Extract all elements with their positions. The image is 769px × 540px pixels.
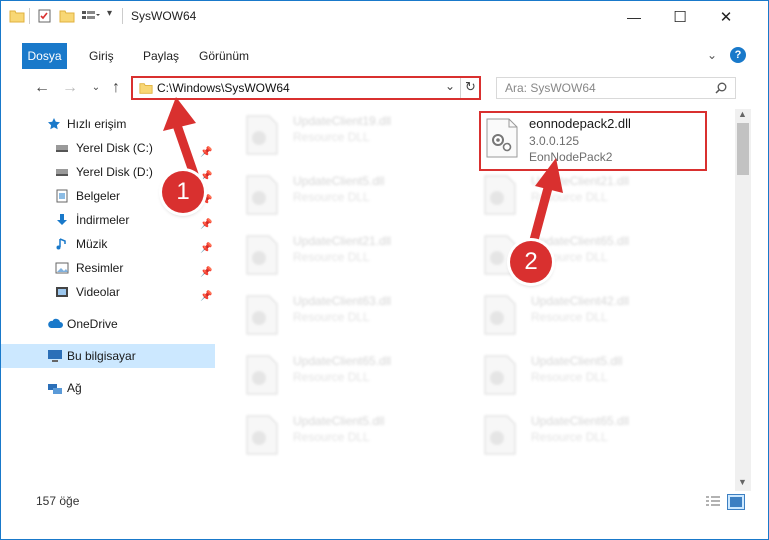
file-name: eonnodepack2.dll [529, 116, 631, 131]
dll-file-icon [484, 175, 516, 215]
cloud-icon [48, 318, 63, 328]
sidebar-item-network[interactable]: Ağ [1, 376, 215, 400]
search-input[interactable]: Ara: SysWOW64 [496, 77, 736, 99]
file-item[interactable]: UpdateClient65.dll Resource DLL [483, 414, 713, 470]
maximize-button[interactable]: ☐ [657, 1, 703, 32]
back-arrow-icon[interactable]: ← [33, 79, 51, 97]
dll-file-icon [246, 295, 278, 335]
customize-toolbar-icon[interactable] [81, 9, 101, 23]
dll-file-icon [486, 118, 518, 158]
ribbon-tabs: Dosya Giriş Paylaş Görünüm ⌄ ? [1, 43, 768, 69]
divider [460, 78, 461, 98]
quick-access-dropdown-icon[interactable]: ▾ [107, 8, 112, 19]
file-item[interactable]: UpdateClient5.dll Resource DLL [245, 174, 475, 230]
divider [122, 8, 123, 24]
annotation-step-2: 2 [510, 241, 552, 283]
dll-file-icon [246, 415, 278, 455]
recent-locations-chevron-icon[interactable]: ⌄ [87, 79, 105, 97]
file-item[interactable]: UpdateClient65.dll Resource DLL [245, 354, 475, 410]
drive-icon [56, 169, 68, 176]
scroll-thumb[interactable] [737, 123, 749, 175]
sidebar-item-this-pc[interactable]: Bu bilgisayar [1, 344, 215, 368]
pin-icon[interactable]: 📌 [200, 237, 212, 254]
details-view-icon[interactable] [705, 495, 721, 509]
search-placeholder: Ara: SysWOW64 [505, 81, 596, 95]
search-icon[interactable] [715, 82, 727, 94]
file-version: 3.0.0.125 [529, 134, 580, 148]
vertical-scrollbar[interactable]: ▲ ▼ [735, 109, 751, 491]
drive-icon [56, 145, 68, 152]
divider [29, 8, 30, 24]
new-folder-icon[interactable] [59, 9, 75, 23]
minimize-button[interactable]: — [611, 1, 657, 32]
dll-file-icon [484, 415, 516, 455]
dll-file-icon [484, 295, 516, 335]
explorer-window: ▾ SysWOW64 — ☐ ✕ Dosya Giriş Paylaş Görü… [0, 0, 769, 540]
download-icon [57, 214, 67, 225]
videos-icon [56, 287, 68, 297]
folder-icon [9, 10, 25, 23]
status-bar: 157 öğe [1, 491, 768, 513]
file-description: EonNodePack2 [529, 150, 613, 164]
address-path[interactable]: C:\Windows\SysWOW64 [157, 81, 290, 95]
file-item[interactable]: UpdateClient21.dll Resource DLL [483, 174, 713, 230]
file-item-eonnodepack2[interactable]: eonnodepack2.dll 3.0.0.125 EonNodePack2 [479, 111, 707, 171]
pictures-icon [55, 262, 69, 274]
annotation-step-1: 1 [162, 171, 204, 213]
chevron-up-icon[interactable]: ⌄ [707, 48, 717, 62]
address-dropdown-icon[interactable]: ⌄ [445, 79, 455, 93]
properties-icon[interactable] [37, 9, 53, 23]
scroll-up-icon[interactable]: ▲ [738, 109, 747, 119]
dll-file-icon [246, 355, 278, 395]
sidebar-item-quick-access[interactable]: Hızlı erişim [1, 112, 215, 136]
network-icon [48, 384, 62, 394]
dll-file-icon [246, 115, 278, 155]
file-item[interactable]: UpdateClient63.dll Resource DLL [245, 294, 475, 350]
title-bar: ▾ SysWOW64 — ☐ ✕ [1, 1, 768, 32]
forward-arrow-icon[interactable]: → [61, 79, 79, 97]
computer-icon [48, 350, 62, 362]
pin-icon[interactable]: 📌 [200, 285, 212, 302]
documents-icon [56, 189, 68, 203]
item-count: 157 öğe [36, 494, 80, 508]
scroll-down-icon[interactable]: ▼ [738, 477, 747, 487]
dll-file-icon [246, 235, 278, 275]
star-icon [48, 118, 60, 130]
large-icons-view-icon[interactable] [727, 494, 745, 510]
dll-file-icon [484, 355, 516, 395]
help-icon[interactable]: ? [730, 47, 746, 63]
pin-icon[interactable]: 📌 [200, 213, 212, 230]
file-item[interactable]: UpdateClient42.dll Resource DLL [483, 294, 713, 350]
sidebar-item-videos[interactable]: Videolar 📌 [1, 280, 215, 304]
sidebar-item-onedrive[interactable]: OneDrive [1, 312, 215, 336]
sidebar-item-pictures[interactable]: Resimler 📌 [1, 256, 215, 280]
tab-file[interactable]: Dosya [22, 43, 67, 69]
file-item[interactable]: UpdateClient19.dll Resource DLL [245, 114, 475, 170]
refresh-icon[interactable]: ↻ [465, 79, 476, 95]
address-bar[interactable]: C:\Windows\SysWOW64 ⌄ ↻ [131, 76, 481, 100]
folder-icon [139, 83, 153, 94]
navigation-pane: Hızlı erişim Yerel Disk (C:) 📌 Yerel Dis… [1, 109, 217, 491]
up-arrow-icon[interactable]: ↑ [107, 79, 125, 97]
music-icon [56, 238, 66, 250]
window-title: SysWOW64 [131, 9, 197, 23]
tab-home[interactable]: Giriş [89, 43, 114, 69]
close-button[interactable]: ✕ [703, 1, 749, 32]
pin-icon[interactable]: 📌 [200, 141, 212, 158]
file-item[interactable]: UpdateClient21.dll Resource DLL [245, 234, 475, 290]
sidebar-item-music[interactable]: Müzik 📌 [1, 232, 215, 256]
sidebar-item-local-disk-c[interactable]: Yerel Disk (C:) 📌 [1, 136, 215, 160]
tab-share[interactable]: Paylaş [143, 43, 179, 69]
pin-icon[interactable]: 📌 [200, 261, 212, 278]
pin-icon[interactable]: 📌 [200, 165, 212, 182]
file-item[interactable]: UpdateClient5.dll Resource DLL [483, 354, 713, 410]
dll-file-icon [246, 175, 278, 215]
file-item[interactable]: UpdateClient5.dll Resource DLL [245, 414, 475, 470]
tab-view[interactable]: Görünüm [199, 43, 249, 69]
